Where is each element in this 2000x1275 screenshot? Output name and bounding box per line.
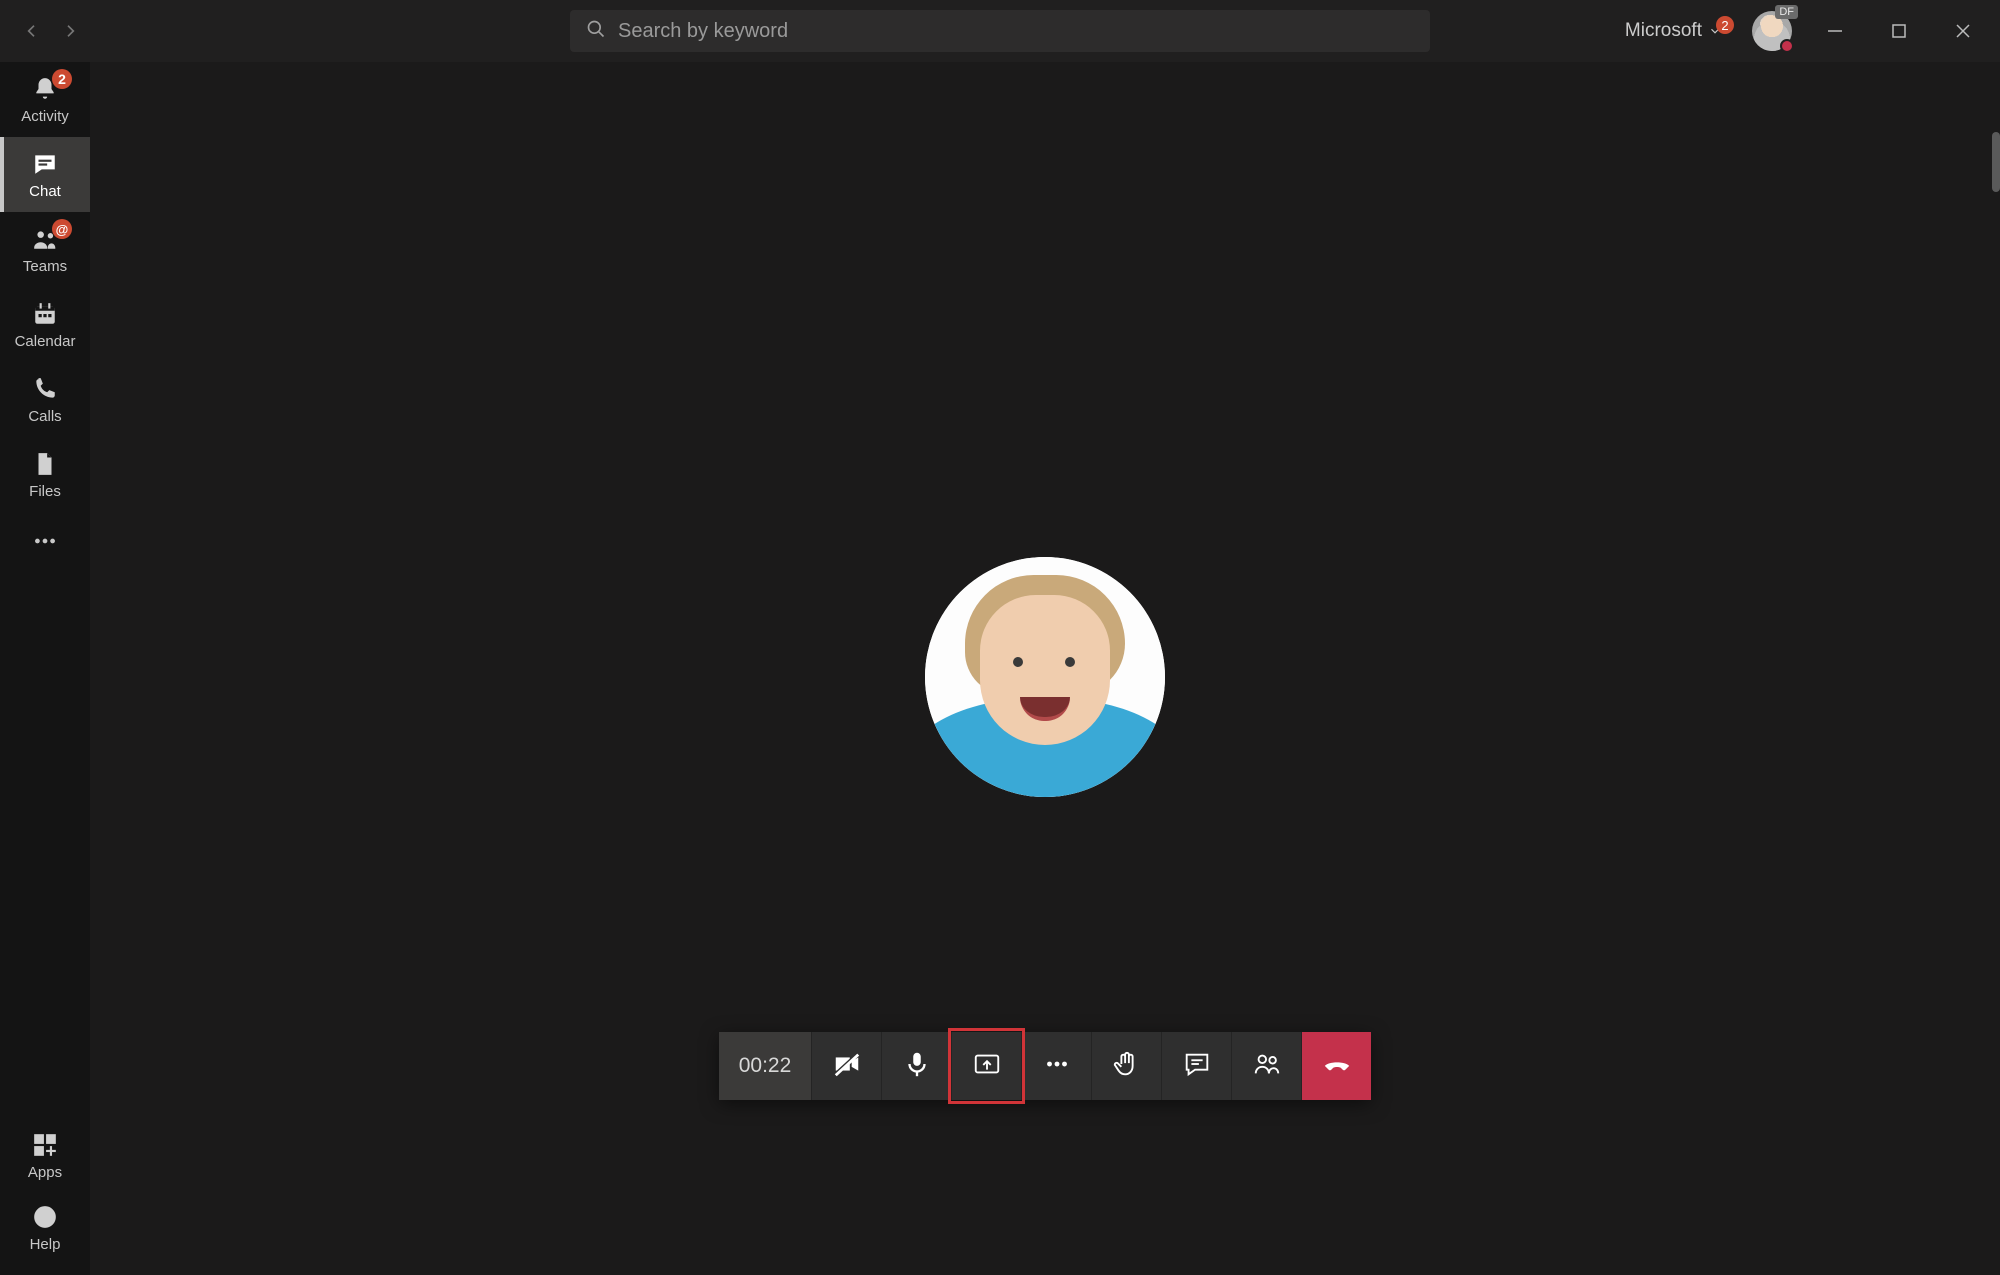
rail-calls[interactable]: Calls xyxy=(0,362,90,437)
rail-more-apps[interactable] xyxy=(0,518,90,568)
window-close-button[interactable] xyxy=(1934,10,1992,52)
chat-icon xyxy=(1182,1049,1212,1084)
tenant-notification-badge: 2 xyxy=(1716,16,1734,34)
tenant-switcher[interactable]: Microsoft 2 xyxy=(1625,20,1722,42)
rail-label: Apps xyxy=(28,1164,62,1181)
title-bar: Microsoft 2 DF xyxy=(0,0,2000,62)
rail-label: Files xyxy=(29,483,61,500)
rail-apps[interactable]: Apps xyxy=(0,1119,90,1191)
ellipsis-icon xyxy=(32,528,58,559)
app-rail: Activity 2 Chat Teams @ Calendar Calls F… xyxy=(0,62,90,1275)
chat-icon xyxy=(30,149,60,179)
rail-label: Calendar xyxy=(15,333,76,350)
raise-hand-icon xyxy=(1112,1049,1142,1084)
tenant-name: Microsoft xyxy=(1625,20,1702,42)
hang-up-button[interactable] xyxy=(1301,1032,1371,1100)
people-icon xyxy=(1252,1049,1282,1084)
call-stage: 00:22 xyxy=(90,62,2000,1275)
search-icon xyxy=(586,19,618,44)
nav-forward-button[interactable] xyxy=(56,17,84,45)
camera-off-icon xyxy=(832,1049,862,1084)
nav-back-button[interactable] xyxy=(18,17,46,45)
rail-label: Chat xyxy=(29,183,61,200)
file-icon xyxy=(30,449,60,479)
avatar-initials: DF xyxy=(1775,5,1798,19)
activity-badge: 2 xyxy=(52,69,72,89)
toggle-camera-button[interactable] xyxy=(811,1032,881,1100)
presence-indicator xyxy=(1780,39,1794,53)
share-screen-button[interactable] xyxy=(951,1032,1021,1100)
toggle-mic-button[interactable] xyxy=(881,1032,951,1100)
rail-label: Calls xyxy=(28,408,61,425)
window-maximize-button[interactable] xyxy=(1870,10,1928,52)
phone-icon xyxy=(30,374,60,404)
show-conversation-button[interactable] xyxy=(1161,1032,1231,1100)
rail-calendar[interactable]: Calendar xyxy=(0,287,90,362)
rail-label: Teams xyxy=(23,258,67,275)
rail-label: Help xyxy=(30,1236,61,1253)
share-screen-icon xyxy=(972,1049,1002,1084)
search-box[interactable] xyxy=(570,10,1430,52)
rail-activity[interactable]: Activity 2 xyxy=(0,62,90,137)
participant-avatar xyxy=(925,557,1165,797)
call-duration: 00:22 xyxy=(719,1032,811,1100)
rail-chat[interactable]: Chat xyxy=(0,137,90,212)
calendar-icon xyxy=(30,299,60,329)
call-control-bar: 00:22 xyxy=(719,1032,1371,1100)
hang-up-icon xyxy=(1322,1049,1352,1084)
rail-label: Activity xyxy=(21,108,69,125)
raise-hand-button[interactable] xyxy=(1091,1032,1161,1100)
rail-files[interactable]: Files xyxy=(0,437,90,512)
ellipsis-icon xyxy=(1042,1049,1072,1084)
show-participants-button[interactable] xyxy=(1231,1032,1301,1100)
rail-help[interactable]: Help xyxy=(0,1191,90,1263)
rail-teams[interactable]: Teams @ xyxy=(0,212,90,287)
profile-avatar[interactable]: DF xyxy=(1752,11,1792,51)
microphone-icon xyxy=(902,1049,932,1084)
more-actions-button[interactable] xyxy=(1021,1032,1091,1100)
teams-mention-badge: @ xyxy=(52,219,72,239)
scrollbar-thumb[interactable] xyxy=(1992,132,2000,192)
help-icon xyxy=(30,1202,60,1232)
window-minimize-button[interactable] xyxy=(1806,10,1864,52)
search-input[interactable] xyxy=(618,20,1414,43)
apps-icon xyxy=(30,1130,60,1160)
